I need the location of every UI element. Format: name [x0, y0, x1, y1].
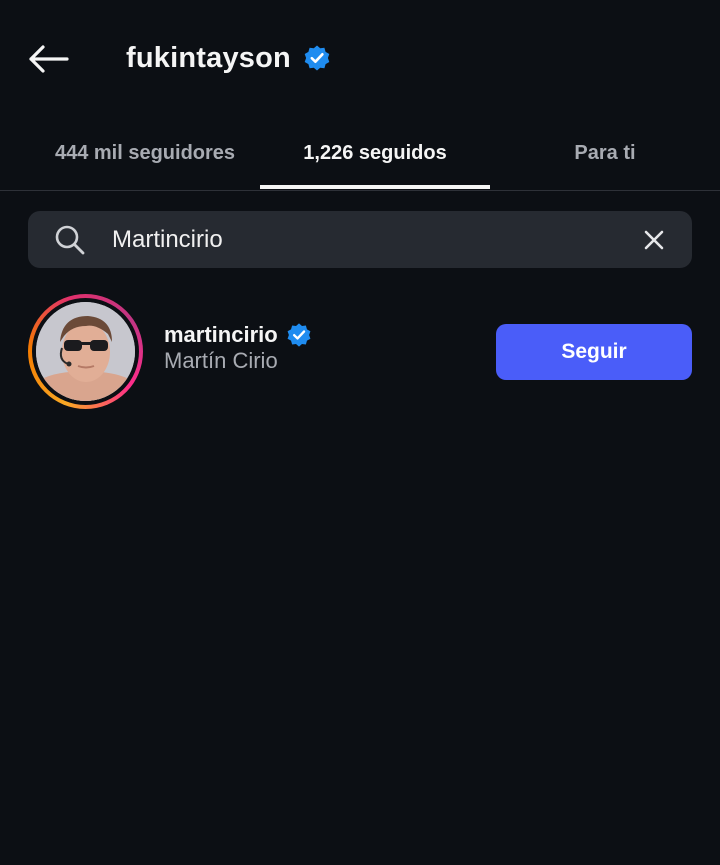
- tab-bar: 444 mil seguidores 1,226 seguidos Para t…: [0, 116, 720, 191]
- username-group: martincirio: [164, 320, 312, 350]
- verified-badge-icon: [303, 44, 331, 72]
- arrow-left-icon: [29, 45, 69, 73]
- username[interactable]: martincirio: [164, 322, 278, 348]
- follow-button[interactable]: Seguir: [496, 324, 692, 380]
- avatar-story-ring[interactable]: [28, 294, 143, 409]
- search-icon: [54, 224, 86, 256]
- search-value[interactable]: Martincirio: [112, 211, 223, 268]
- search-input[interactable]: Martincirio: [28, 211, 692, 268]
- verified-badge-icon: [286, 322, 312, 348]
- avatar: [36, 302, 135, 401]
- page-title-group: fukintayson: [126, 38, 331, 78]
- tab-for-you[interactable]: Para ti: [490, 116, 720, 190]
- tab-followers-label: 444 mil seguidores: [54, 141, 236, 164]
- page-title: fukintayson: [126, 41, 291, 74]
- list-item[interactable]: martincirio Martín Cirio Seguir: [0, 290, 720, 414]
- close-icon[interactable]: [640, 226, 668, 254]
- header: fukintayson: [0, 0, 720, 116]
- full-name: Martín Cirio: [164, 348, 278, 373]
- tab-for-you-label: Para ti: [574, 141, 636, 164]
- tab-followers[interactable]: 444 mil seguidores: [30, 116, 260, 190]
- tab-following[interactable]: 1,226 seguidos: [260, 116, 490, 190]
- active-tab-indicator: [260, 185, 490, 189]
- tab-following-label: 1,226 seguidos: [303, 141, 447, 164]
- back-button[interactable]: [24, 38, 72, 80]
